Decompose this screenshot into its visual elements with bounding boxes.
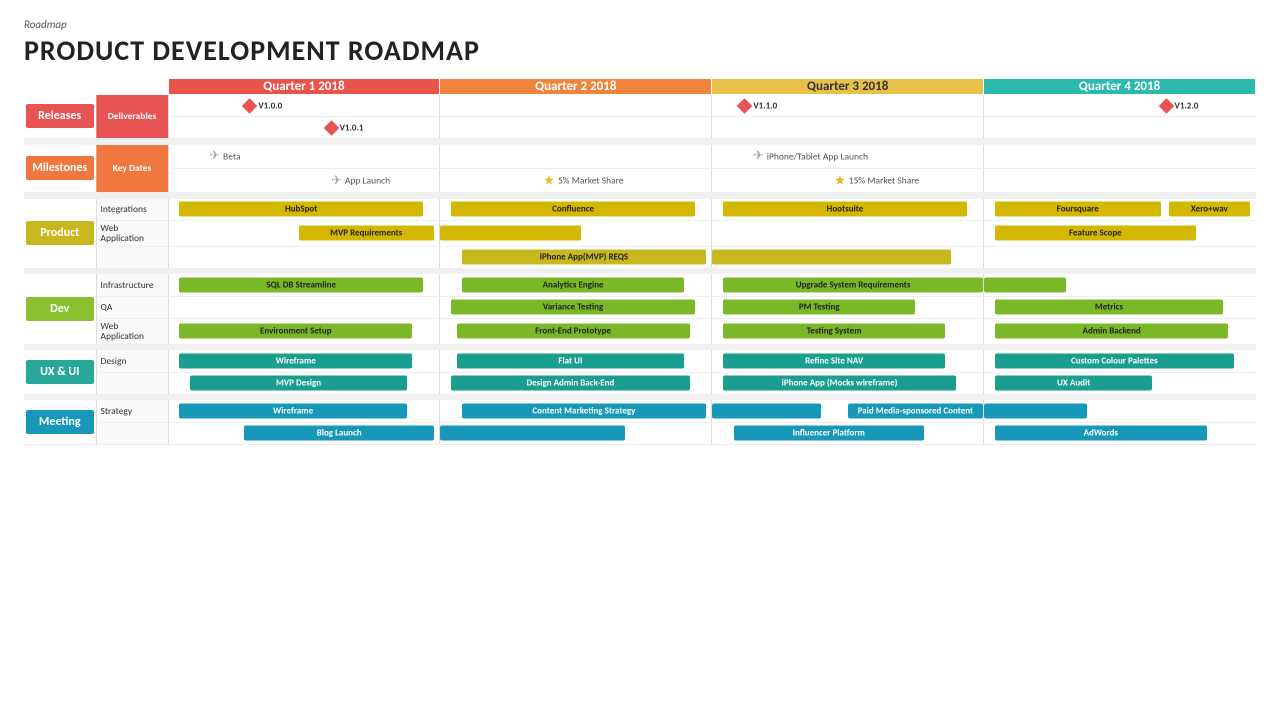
gantt-bar xyxy=(440,226,581,241)
category-label: UX & UI xyxy=(24,350,96,394)
gantt-bar: SQL DB Streamline xyxy=(179,278,423,293)
gantt-bar xyxy=(984,404,1087,419)
gantt-bar: MVP Requirements xyxy=(299,226,434,241)
gantt-bar: Feature Scope xyxy=(995,226,1196,241)
gantt-bar: Design Admin Back-End xyxy=(451,376,689,391)
gantt-bar: Flat UI xyxy=(457,354,685,369)
gantt-bar: PM Testing xyxy=(723,300,915,315)
row-meeting-0: MeetingStrategyWireframeContent Marketin… xyxy=(24,400,1256,422)
gantt-bar: Refine Site NAV xyxy=(723,354,945,369)
gantt-bar: Content Marketing Strategy xyxy=(462,404,706,419)
quarter-1-header: Quarter 1 2018 xyxy=(168,79,440,95)
category-label: Product xyxy=(24,199,96,269)
gantt-bar: Upgrade System Requirements xyxy=(723,278,983,293)
category-label: Meeting xyxy=(24,400,96,444)
sub-category-label xyxy=(96,372,168,394)
page-title: PRODUCT DEVELOPMENT ROADMAP xyxy=(24,33,1256,68)
subtitle: Roadmap xyxy=(24,18,1256,31)
row-ux-&-ui-1: MVP Design Design Admin Back-End iPhone Ap… xyxy=(24,372,1256,394)
milestones-row-1: MilestonesKey Dates✈Beta✈iPhone/Tablet A… xyxy=(24,145,1256,169)
gantt-bar: Metrics xyxy=(995,300,1223,315)
category-label: Milestones xyxy=(24,145,96,193)
gantt-bar: Environment Setup xyxy=(179,324,412,339)
milestones-sub-label: Key Dates xyxy=(96,145,168,193)
row-ux-&-ui-0: UX & UIDesignWireframeFlat UIRefine Site… xyxy=(24,350,1256,372)
gantt-bar xyxy=(712,250,950,265)
sub-category-label: Infrastructure xyxy=(96,274,168,296)
gantt-bar: Hootsuite xyxy=(723,202,967,217)
gantt-bar: Custom Colour Palettes xyxy=(995,354,1234,369)
row-product-2: iPhone App(MVP) REQS xyxy=(24,246,1256,268)
quarter-2-header: Quarter 2 2018 xyxy=(440,79,712,95)
sub-category-label: QA xyxy=(96,296,168,318)
sub-category-label: Integrations xyxy=(96,199,168,221)
gantt-bar: Influencer Platform xyxy=(734,426,924,441)
gantt-bar: Testing System xyxy=(723,324,945,339)
quarter-4-header: Quarter 4 2018 xyxy=(984,79,1256,95)
gantt-bar: iPhone App(MVP) REQS xyxy=(462,250,706,265)
row-meeting-1: Blog Launch Influencer Platform AdWords xyxy=(24,422,1256,444)
row-product-1: WebApplication MVP Requirements Feature Sc… xyxy=(24,221,1256,247)
category-label: Releases xyxy=(24,95,96,139)
releases-row-2: V1.0.1 xyxy=(24,117,1256,139)
row-product-0: ProductIntegrationsHubSpotConfluenceHoot… xyxy=(24,199,1256,221)
sub-category-label: WebApplication xyxy=(96,221,168,247)
releases-sub-label: Deliverables xyxy=(96,95,168,139)
gantt-bar: Variance Testing xyxy=(451,300,695,315)
gantt-bar xyxy=(440,426,624,441)
gantt-bar: Paid Media-sponsored Content xyxy=(848,404,983,419)
quarter-3-header: Quarter 3 2018 xyxy=(712,79,984,95)
category-label: Dev xyxy=(24,274,96,344)
gantt-bar: iPhone App (Mocks wireframe) xyxy=(723,376,956,391)
quarter-header-row: Quarter 1 2018 Quarter 2 2018 Quarter 3 … xyxy=(24,79,1256,95)
gantt-bar: Analytics Engine xyxy=(462,278,684,293)
gantt-bar: Foursquare xyxy=(995,202,1161,217)
gantt-bar: Front-End Prototype xyxy=(457,324,690,339)
sub-category-label: WebApplication xyxy=(96,318,168,344)
sub-category-label: Strategy xyxy=(96,400,168,422)
gantt-bar: Admin Backend xyxy=(995,324,1228,339)
gantt-bar xyxy=(984,278,1065,293)
gantt-bar: AdWords xyxy=(995,426,1207,441)
gantt-bar: MVP Design xyxy=(190,376,407,391)
page: Roadmap PRODUCT DEVELOPMENT ROADMAP Quar… xyxy=(0,0,1280,720)
gantt-bar: Confluence xyxy=(451,202,695,217)
row-dev-2: WebApplication Environment Setup Front-End… xyxy=(24,318,1256,344)
gantt-bar: Wireframe xyxy=(179,404,407,419)
gantt-bar xyxy=(712,404,820,419)
sub-category-label xyxy=(96,422,168,444)
gantt-bar: UX Audit xyxy=(995,376,1152,391)
sub-category-label: Design xyxy=(96,350,168,372)
gantt-bar: Wireframe xyxy=(179,354,412,369)
milestones-row-2: ✈App Launch★5% Market Share★15% Market S… xyxy=(24,169,1256,193)
gantt-bar: HubSpot xyxy=(179,202,423,217)
sub-category-label xyxy=(96,246,168,268)
gantt-bar: Blog Launch xyxy=(244,426,434,441)
gantt-bar: Xero+wav xyxy=(1169,202,1250,217)
row-dev-0: DevInfrastructureSQL DB StreamlineAnalyt… xyxy=(24,274,1256,296)
row-dev-1: QA Variance Testing PM Testing Metrics xyxy=(24,296,1256,318)
releases-row-1: ReleasesDeliverablesV1.0.0V1.1.0V1.2.0 xyxy=(24,95,1256,117)
